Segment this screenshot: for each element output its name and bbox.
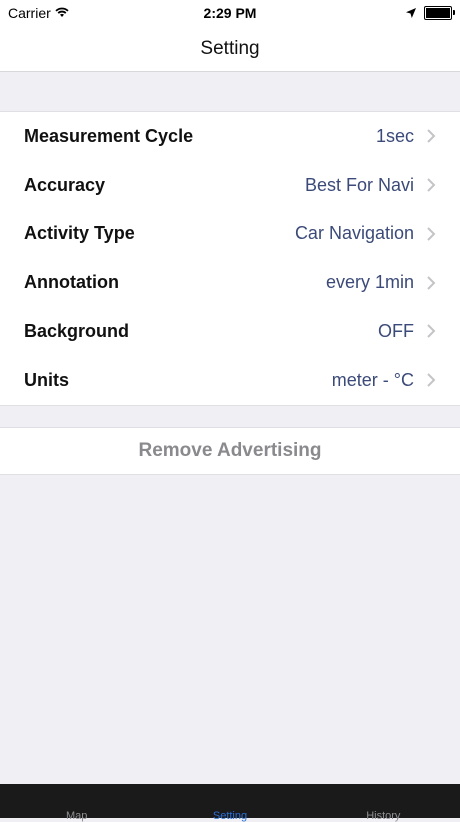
- setting-row-accuracy[interactable]: Accuracy Best For Navi: [0, 161, 460, 210]
- battery-icon: [424, 6, 455, 20]
- setting-label: Units: [24, 369, 69, 390]
- setting-row-annotation[interactable]: Annotation every 1min: [0, 258, 460, 307]
- chevron-right-icon: [424, 129, 438, 144]
- setting-value: Best For Navi: [304, 174, 414, 195]
- chevron-right-icon: [424, 227, 438, 241]
- setting-row-background[interactable]: Background OFF: [0, 307, 460, 356]
- setting-row-units[interactable]: Units meter - °C: [0, 356, 460, 405]
- tab-bar: Map Setting History: [0, 784, 460, 822]
- setting-value: every 1min: [325, 272, 414, 293]
- tab-label: History: [366, 810, 401, 822]
- setting-label: Annotation: [24, 272, 119, 293]
- setting-label: Activity Type: [24, 223, 135, 244]
- tab-setting[interactable]: Setting: [153, 784, 306, 822]
- setting-value: Car Navigation: [294, 223, 414, 244]
- setting-value: meter - °C: [331, 369, 414, 390]
- setting-row-measurement-cycle[interactable]: Measurement Cycle 1sec: [0, 112, 460, 161]
- setting-label: Measurement Cycle: [24, 125, 194, 146]
- setting-label: Accuracy: [24, 174, 106, 195]
- status-bar: Carrier 2:29 PM: [0, 0, 460, 26]
- chevron-right-icon: [424, 178, 438, 192]
- status-right-icons: [406, 5, 455, 21]
- navigation-bar: Setting: [0, 26, 460, 72]
- tab-label: Setting: [212, 810, 248, 822]
- setting-value: 1sec: [375, 125, 414, 146]
- page-title: Setting: [200, 38, 260, 59]
- setting-row-activity-type[interactable]: Activity Type Car Navigation: [0, 210, 460, 259]
- tab-history[interactable]: History: [307, 784, 460, 822]
- chevron-right-icon: [424, 373, 438, 387]
- setting-value: OFF: [378, 320, 414, 341]
- settings-list: Measurement Cycle 1sec Accuracy Best For…: [0, 111, 460, 406]
- tab-label: Map: [65, 810, 88, 822]
- tab-map[interactable]: Map: [0, 784, 153, 822]
- chevron-right-icon: [424, 275, 438, 290]
- location-arrow-icon: [406, 5, 416, 21]
- chevron-right-icon: [424, 324, 438, 339]
- setting-label: Background: [24, 320, 130, 341]
- status-time: 2:29 PM: [203, 5, 257, 21]
- remove-advertising-button[interactable]: Remove Advertising: [0, 427, 460, 475]
